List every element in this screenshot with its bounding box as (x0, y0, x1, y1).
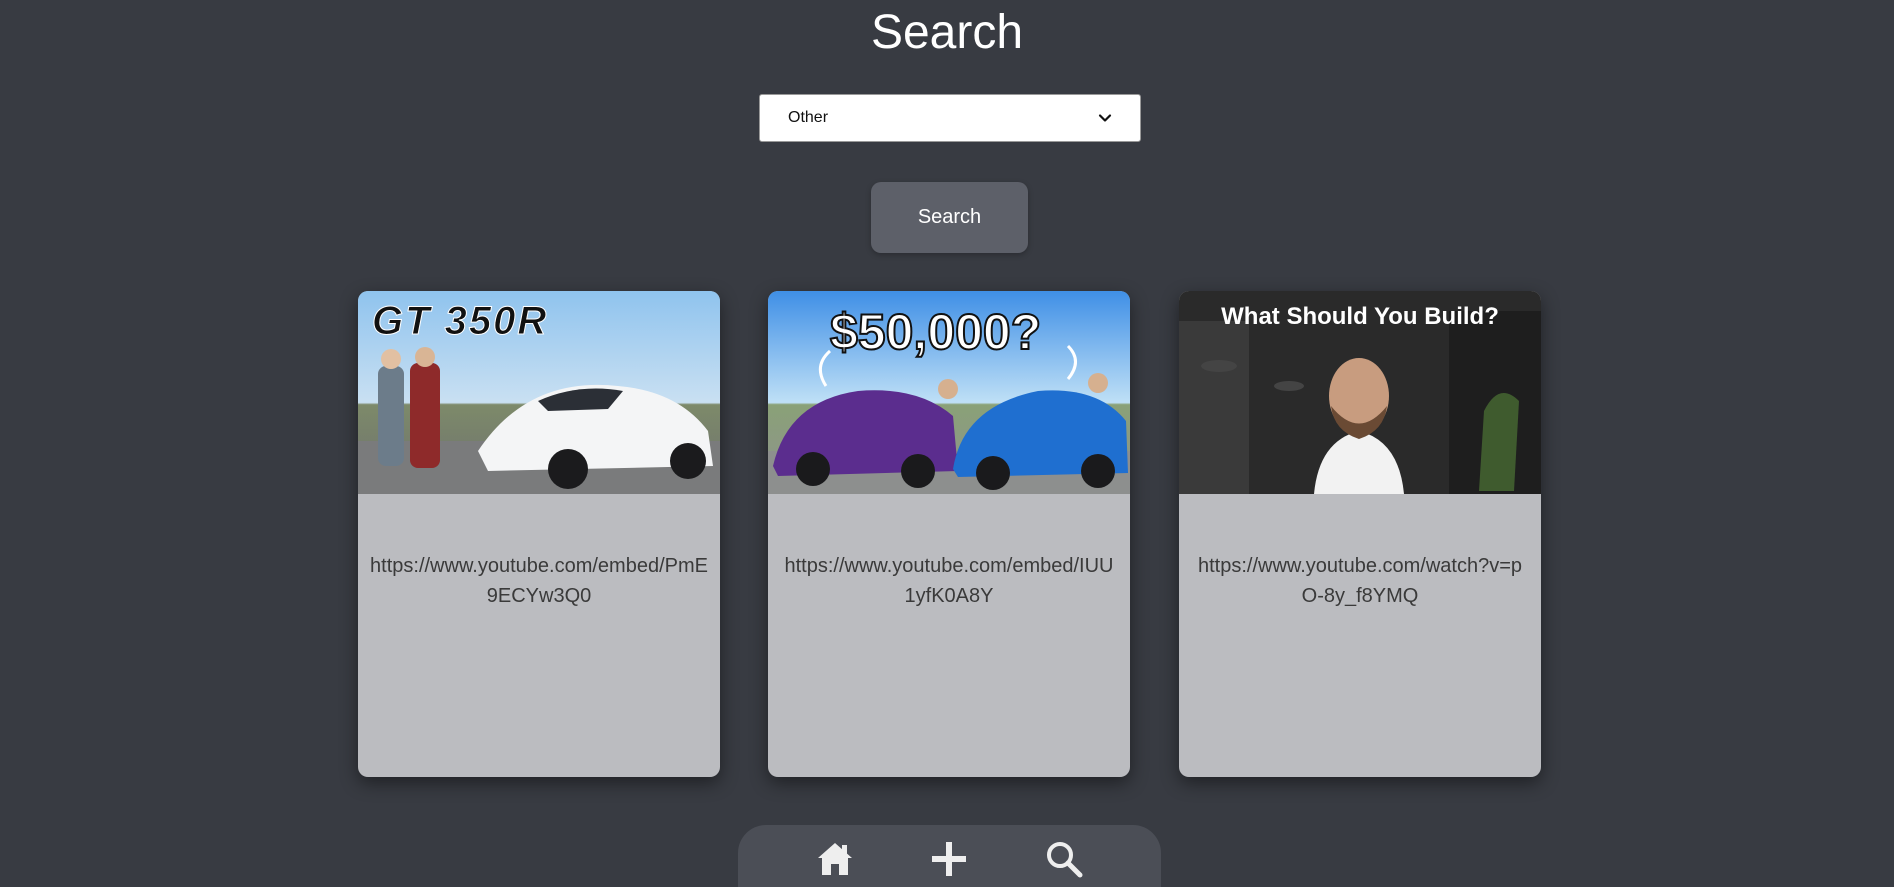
search-button-label: Search (917, 206, 982, 228)
category-dropdown[interactable]: Other (759, 94, 1141, 142)
video-card[interactable]: GT 350R https://www.youtube.com/embed/Pm… (358, 291, 720, 777)
bottom-nav (738, 825, 1161, 887)
video-url: https://www.youtube.com/watch?v=pO-8y_f8… (1197, 555, 1523, 607)
nav-add-button[interactable] (929, 839, 969, 879)
video-url: https://www.youtube.com/embed/PmE9ECYw3Q… (370, 555, 708, 607)
video-url: https://www.youtube.com/embed/IUU1yfK0A8… (784, 555, 1114, 607)
chevron-down-icon (1098, 114, 1112, 122)
nav-home-button[interactable] (815, 839, 855, 879)
thumbnail-title: GT 350R (371, 299, 549, 344)
video-card[interactable]: What Should You Build? https://www.youtu… (1179, 291, 1541, 777)
category-dropdown-wrapper: Other (759, 94, 1141, 142)
page-title: Search (870, 6, 1024, 59)
search-button[interactable]: Search (871, 182, 1028, 253)
thumbnail-title: What Should You Build? (1221, 303, 1499, 330)
plus-icon (932, 842, 967, 876)
nav-search-button[interactable] (1044, 839, 1084, 879)
video-card[interactable]: $50,000? https://www.youtube.com/embed/I… (768, 291, 1130, 777)
search-icon (1046, 842, 1083, 878)
category-dropdown-value: Other (788, 109, 829, 126)
thumbnail-title: $50,000? (829, 303, 1042, 361)
video-results-grid: GT 350R https://www.youtube.com/embed/Pm… (358, 291, 1541, 778)
search-page: Search Other Search GT 350R https://www.… (0, 0, 1894, 887)
home-icon (818, 843, 853, 875)
